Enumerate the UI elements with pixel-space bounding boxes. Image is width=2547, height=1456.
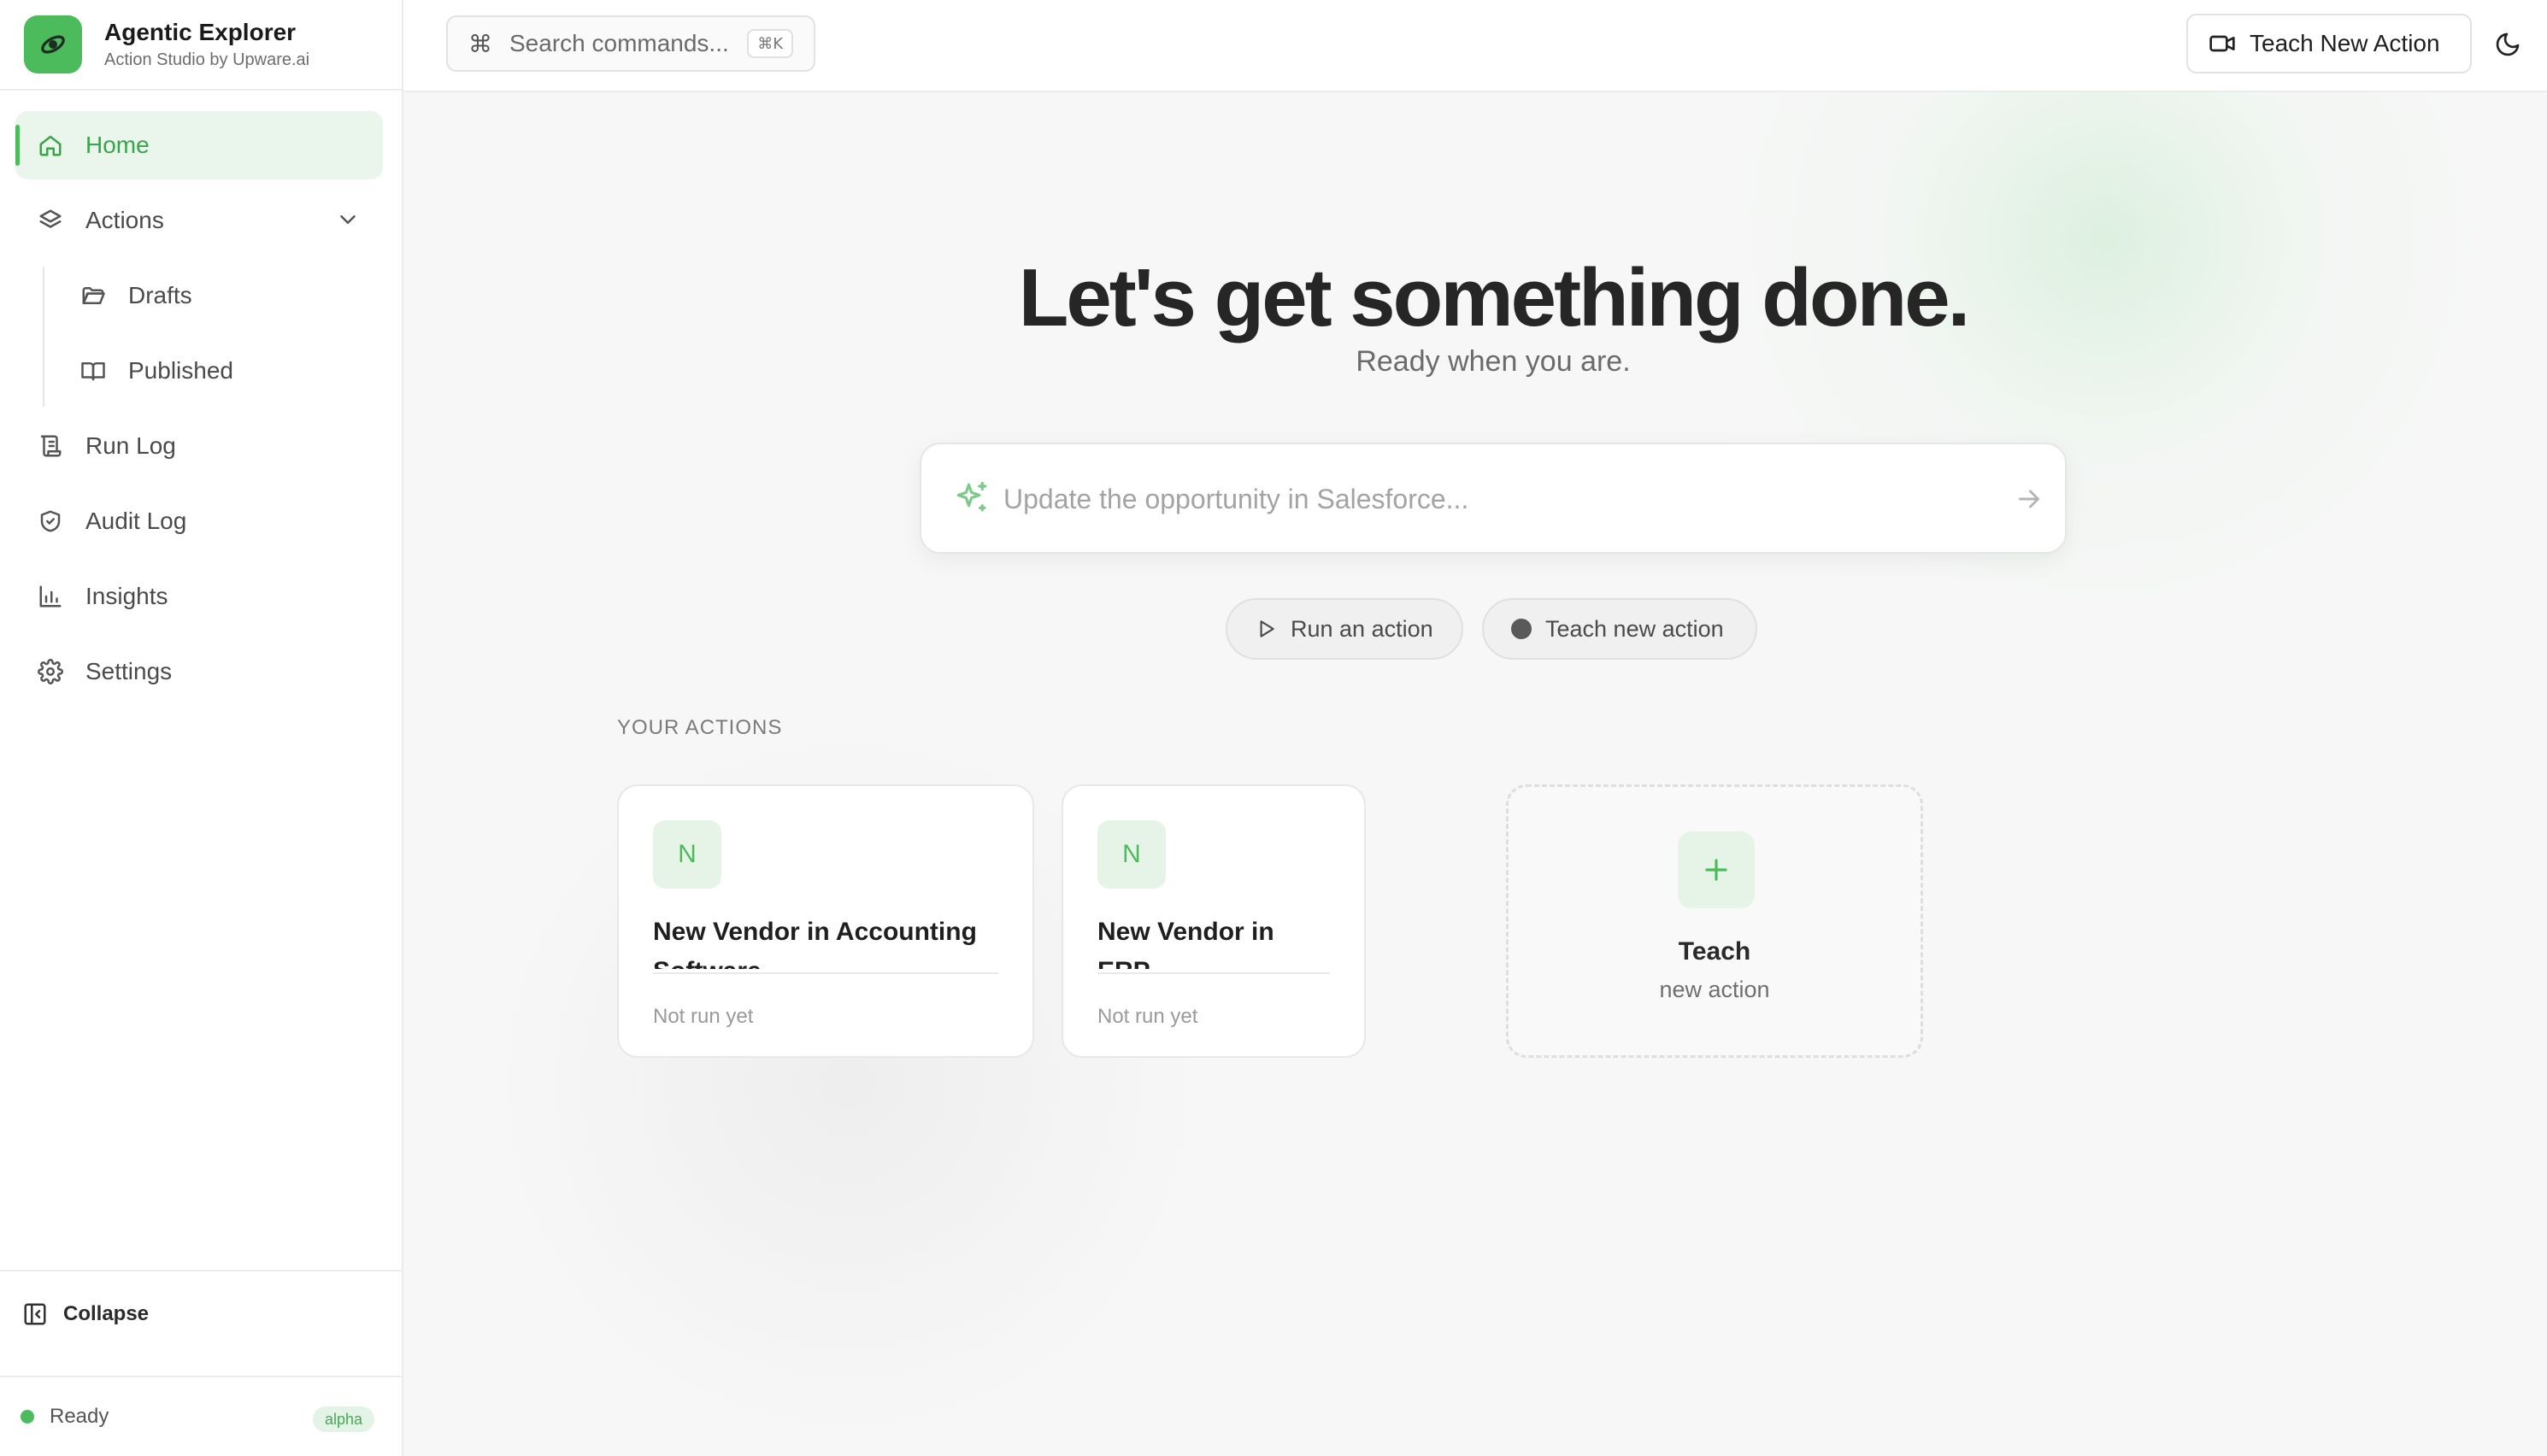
- action-prompt-box[interactable]: [920, 443, 2067, 554]
- panel-collapse-icon: [22, 1301, 48, 1327]
- sidebar-item-label: Settings: [85, 658, 173, 684]
- teach-card-subtitle: new action: [1659, 977, 1770, 1002]
- teach-card-title: Teach: [1678, 937, 1751, 966]
- play-icon: [1255, 618, 1277, 640]
- sidebar-item-run-log[interactable]: Run Log: [15, 412, 383, 480]
- main-content: Let's get something done. Ready when you…: [403, 92, 2547, 1456]
- run-action-label: Run an action: [1291, 615, 1433, 642]
- sidebar-item-label: Audit Log: [85, 508, 187, 534]
- teach-new-action-label: Teach New Action: [2250, 30, 2440, 56]
- command-search-label: Search commands...: [509, 30, 729, 56]
- action-avatar: N: [1097, 820, 1166, 889]
- sidebar-item-actions[interactable]: Actions: [15, 186, 383, 255]
- command-icon: ⌘: [468, 30, 492, 57]
- sparkles-icon: [954, 480, 990, 516]
- layers-icon: [36, 206, 65, 235]
- teach-new-action-card[interactable]: Teach new action: [1506, 784, 1923, 1058]
- sidebar-item-audit-log[interactable]: Audit Log: [15, 487, 383, 555]
- book-open-icon: [79, 356, 108, 385]
- sidebar-item-published[interactable]: Published: [58, 337, 383, 405]
- action-card[interactable]: N New Vendor in ERP Not run yet: [1062, 784, 1366, 1058]
- top-bar: ⌘ Search commands... ⌘K Teach New Action: [403, 0, 2547, 92]
- teach-action-button[interactable]: Teach new action: [1482, 598, 1757, 660]
- hero-subtitle: Ready when you are.: [1356, 345, 1631, 378]
- collapse-sidebar-button[interactable]: Collapse: [22, 1290, 149, 1338]
- record-icon: [1511, 619, 1532, 639]
- theme-toggle-button[interactable]: [2489, 26, 2526, 63]
- teach-new-action-button[interactable]: Teach New Action: [2186, 14, 2472, 73]
- status-badge: alpha: [312, 1406, 374, 1432]
- submenu-guide-line: [43, 267, 44, 407]
- action-status: Not run yet: [1097, 1005, 1198, 1028]
- sidebar: Agentic Explorer Action Studio by Upware…: [0, 0, 403, 1456]
- sidebar-footer: Collapse: [0, 1270, 402, 1377]
- sidebar-item-label: Home: [85, 132, 150, 158]
- status-indicator-icon: [21, 1410, 34, 1424]
- action-prompt-input[interactable]: [1003, 475, 1961, 523]
- card-divider: [653, 972, 998, 974]
- brand-header[interactable]: Agentic Explorer Action Studio by Upware…: [0, 0, 402, 91]
- teach-action-label: Teach new action: [1545, 615, 1724, 642]
- moon-icon: [2494, 31, 2521, 58]
- plus-icon: [1678, 831, 1755, 908]
- folder-open-icon: [79, 281, 108, 310]
- sidebar-item-settings[interactable]: Settings: [15, 637, 383, 706]
- sidebar-item-drafts[interactable]: Drafts: [58, 261, 383, 330]
- action-title: New Vendor in Accounting Software: [653, 918, 977, 969]
- shield-check-icon: [36, 507, 65, 536]
- video-camera-icon: [2209, 30, 2236, 57]
- action-title: New Vendor in ERP: [1097, 918, 1274, 969]
- scroll-icon: [36, 432, 65, 461]
- hero-title: Let's get something done.: [1018, 252, 1971, 343]
- sidebar-item-label: Insights: [85, 583, 168, 609]
- app-title: Agentic Explorer: [104, 19, 297, 45]
- sidebar-item-label: Actions: [85, 207, 164, 233]
- chevron-down-icon[interactable]: [335, 207, 361, 232]
- keyboard-shortcut-badge: ⌘K: [747, 29, 793, 58]
- collapse-label: Collapse: [63, 1302, 150, 1325]
- app-subtitle: Action Studio by Upware.ai: [104, 50, 310, 69]
- action-avatar: N: [653, 820, 721, 889]
- section-heading: YOUR ACTIONS: [617, 716, 783, 739]
- status-bar: Ready alpha: [0, 1376, 402, 1456]
- sidebar-item-label: Drafts: [128, 282, 192, 308]
- status-text: Ready: [50, 1405, 109, 1428]
- home-icon: [36, 131, 65, 160]
- run-action-button[interactable]: Run an action: [1226, 598, 1463, 660]
- action-card[interactable]: N New Vendor in Accounting Software Not …: [617, 784, 1034, 1058]
- card-divider: [1097, 972, 1330, 974]
- app-logo-icon: [24, 15, 82, 73]
- sidebar-item-insights[interactable]: Insights: [15, 562, 383, 631]
- sidebar-item-label: Run Log: [85, 432, 176, 459]
- sidebar-item-label: Published: [128, 357, 233, 384]
- sidebar-item-home[interactable]: Home: [15, 111, 383, 179]
- action-status: Not run yet: [653, 1005, 754, 1028]
- command-search-button[interactable]: ⌘ Search commands... ⌘K: [446, 15, 815, 72]
- arrow-right-icon[interactable]: [2014, 484, 2044, 514]
- gear-icon: [36, 657, 65, 686]
- bar-chart-icon: [36, 582, 65, 611]
